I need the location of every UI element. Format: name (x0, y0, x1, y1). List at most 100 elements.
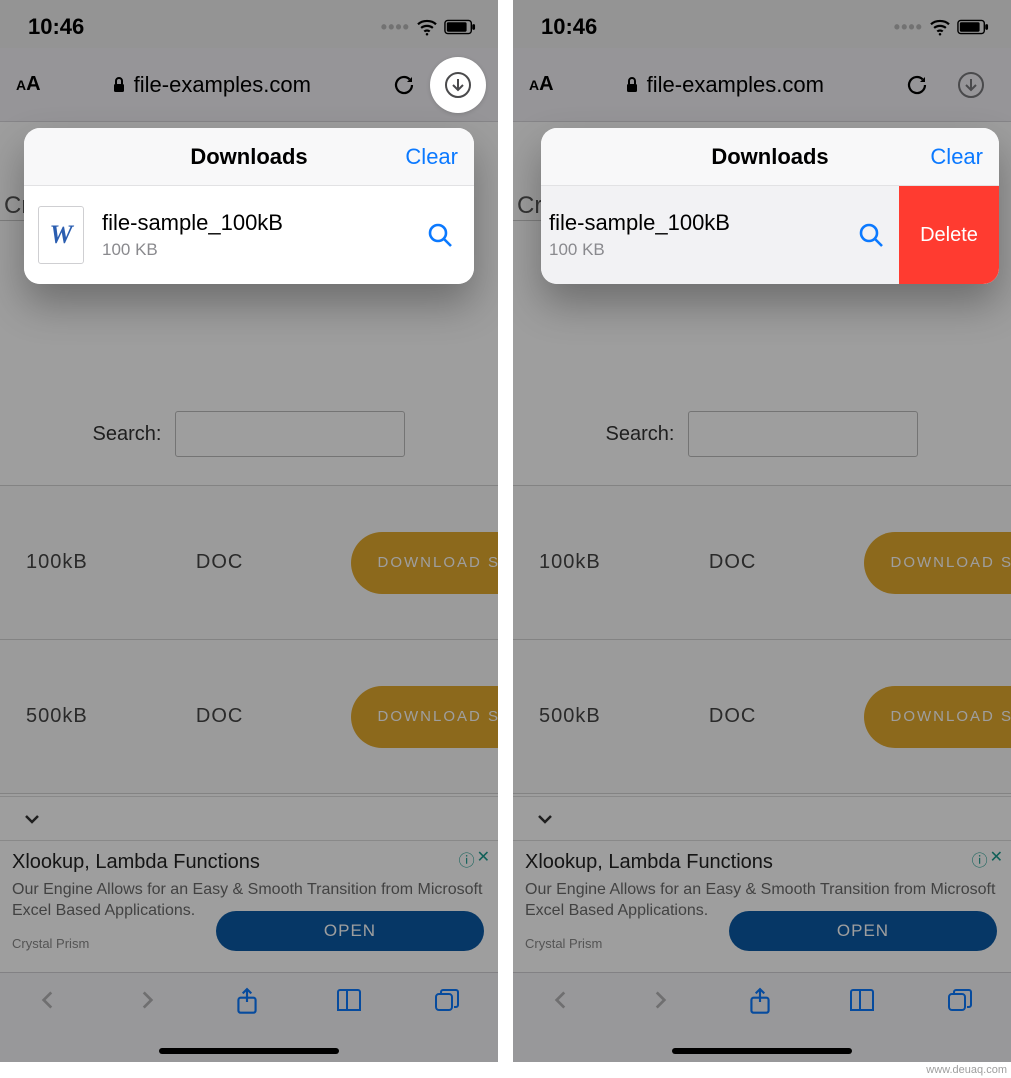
table-row: 500kB DOC DOWNLOAD SA (0, 640, 498, 794)
home-indicator[interactable] (672, 1048, 852, 1054)
chevron-down-icon (20, 807, 44, 831)
clear-button[interactable]: Clear (930, 128, 983, 185)
back-button[interactable] (35, 987, 65, 1017)
text-size-button[interactable]: AA (529, 73, 554, 96)
search-row: Search: (0, 411, 498, 486)
status-icons: •••• (381, 17, 476, 38)
file-meta: file-sample_100kB 100 KB (102, 210, 420, 260)
downloads-panel: Downloads Clear W file-sample_100kB 100 … (24, 128, 474, 284)
back-button[interactable] (548, 987, 578, 1017)
phone-left: 10:46 •••• AA file-examples.com Cry (0, 0, 498, 1062)
ad-close[interactable]: ⓘ ✕ (972, 847, 1003, 871)
ad-close[interactable]: ⓘ ✕ (459, 847, 490, 871)
ad-open-button[interactable]: OPEN (729, 911, 997, 951)
wifi-icon (416, 18, 438, 36)
cell-type: DOC (196, 551, 243, 574)
download-sample-button[interactable]: DOWNLOAD SA (864, 686, 1011, 748)
bookmarks-button[interactable] (847, 987, 877, 1017)
search-label: Search: (93, 423, 162, 446)
table-row: 100kB DOC DOWNLOAD SA (513, 486, 1011, 640)
cell-signal-icon: •••• (894, 17, 923, 38)
share-button[interactable] (234, 987, 264, 1017)
downloads-panel: Downloads Clear file-sample_100kB 100 KB… (541, 128, 999, 284)
reveal-button[interactable] (420, 215, 460, 255)
clear-button[interactable]: Clear (405, 128, 458, 185)
share-button[interactable] (747, 987, 777, 1017)
forward-button[interactable] (134, 987, 164, 1017)
watermark: www.deuaq.com (926, 1064, 1007, 1076)
reload-button[interactable] (388, 69, 420, 101)
url-field[interactable]: file-examples.com (51, 72, 372, 98)
search-icon (425, 220, 455, 250)
delete-button[interactable]: Delete (899, 186, 999, 284)
download-sample-button[interactable]: DOWNLOAD SA (351, 532, 498, 594)
ad-banner: ⓘ ✕ Xlookup, Lambda Functions Our Engine… (513, 840, 1011, 959)
close-icon: ✕ (477, 847, 490, 871)
status-icons: •••• (894, 17, 989, 38)
reload-button[interactable] (901, 69, 933, 101)
file-size: 100 KB (102, 240, 420, 260)
ad-brand: Crystal Prism (525, 936, 602, 951)
reveal-button[interactable] (851, 215, 891, 255)
ad-info-icon: ⓘ (972, 847, 988, 871)
downloads-header: Downloads Clear (24, 128, 474, 186)
collapse-bar[interactable] (513, 796, 1011, 840)
battery-icon (957, 19, 989, 35)
download-item[interactable]: W file-sample_100kB 100 KB (24, 186, 474, 284)
file-meta: file-sample_100kB 100 KB (549, 210, 851, 260)
download-item[interactable]: file-sample_100kB 100 KB Delete (541, 186, 999, 284)
address-bar: AA file-examples.com (0, 48, 498, 122)
cell-size: 100kB (539, 551, 601, 574)
table-row: 500kB DOC DOWNLOAD SA (513, 640, 1011, 794)
ad-info-icon: ⓘ (459, 847, 475, 871)
ad-banner: ⓘ ✕ Xlookup, Lambda Functions Our Engine… (0, 840, 498, 959)
bookmarks-button[interactable] (334, 987, 364, 1017)
cell-type: DOC (709, 551, 756, 574)
downloads-button[interactable] (943, 57, 999, 113)
table-row: 100kB DOC DOWNLOAD SA (0, 486, 498, 640)
forward-button[interactable] (647, 987, 677, 1017)
status-bar: 10:46 •••• (0, 0, 498, 48)
phone-right: 10:46 •••• AA file-examples.com Cry (513, 0, 1011, 1062)
tabs-button[interactable] (946, 987, 976, 1017)
lock-icon (625, 76, 639, 94)
cell-type: DOC (709, 705, 756, 728)
ad-open-button[interactable]: OPEN (216, 911, 484, 951)
battery-icon (444, 19, 476, 35)
ad-title: Xlookup, Lambda Functions (525, 851, 999, 874)
downloads-title: Downloads (190, 144, 307, 170)
close-icon: ✕ (990, 847, 1003, 871)
file-name: file-sample_100kB (549, 210, 851, 236)
file-type-icon: W (38, 206, 84, 264)
download-icon (956, 70, 986, 100)
download-sample-button[interactable]: DOWNLOAD SA (351, 686, 498, 748)
cell-type: DOC (196, 705, 243, 728)
downloads-button[interactable] (430, 57, 486, 113)
status-time: 10:46 (28, 14, 84, 40)
download-icon (443, 70, 473, 100)
status-bar: 10:46 •••• (513, 0, 1011, 48)
collapse-bar[interactable] (0, 796, 498, 840)
lock-icon (112, 76, 126, 94)
ad-title: Xlookup, Lambda Functions (12, 851, 486, 874)
cell-size: 500kB (26, 705, 88, 728)
address-bar: AA file-examples.com (513, 48, 1011, 122)
status-time: 10:46 (541, 14, 597, 40)
wifi-icon (929, 18, 951, 36)
search-input[interactable] (688, 411, 918, 457)
url-field[interactable]: file-examples.com (564, 72, 885, 98)
tabs-button[interactable] (433, 987, 463, 1017)
url-text: file-examples.com (647, 72, 824, 98)
cell-signal-icon: •••• (381, 17, 410, 38)
cell-size: 100kB (26, 551, 88, 574)
download-sample-button[interactable]: DOWNLOAD SA (864, 532, 1011, 594)
search-input[interactable] (175, 411, 405, 457)
cell-size: 500kB (539, 705, 601, 728)
home-indicator[interactable] (159, 1048, 339, 1054)
chevron-down-icon (533, 807, 557, 831)
text-size-button[interactable]: AA (16, 73, 41, 96)
search-icon (856, 220, 886, 250)
downloads-header: Downloads Clear (541, 128, 999, 186)
downloads-title: Downloads (711, 144, 828, 170)
search-label: Search: (606, 423, 675, 446)
